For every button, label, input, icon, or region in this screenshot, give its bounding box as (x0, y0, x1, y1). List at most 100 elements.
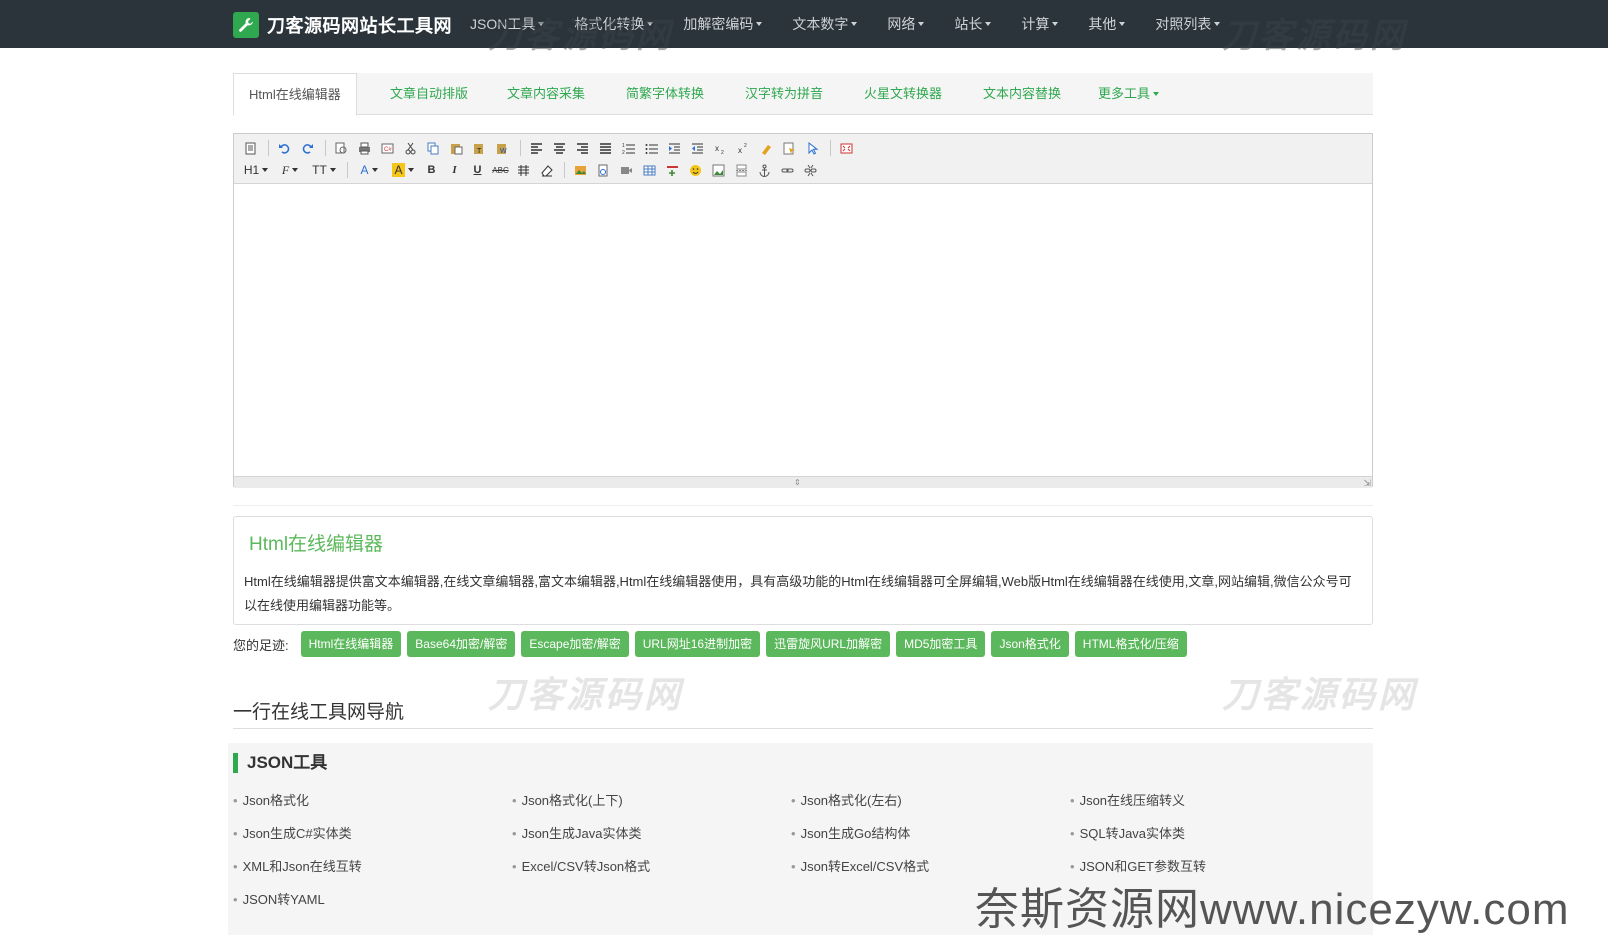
source-code-icon[interactable] (240, 138, 261, 158)
italic-button[interactable]: I (444, 160, 465, 180)
eraser-icon[interactable] (536, 160, 557, 180)
align-left-icon[interactable] (526, 138, 547, 158)
tab-auto-layout[interactable]: 文章自动排版 (390, 73, 468, 115)
unordered-list-icon[interactable] (641, 138, 662, 158)
insert-video-icon[interactable] (616, 160, 637, 180)
tool-link[interactable]: XML和Json在线互转 (233, 856, 362, 875)
tool-link[interactable]: Excel/CSV转Json格式 (512, 856, 651, 875)
caret-down-icon (292, 168, 299, 172)
nav-label: 文本数字 (792, 16, 849, 32)
tool-link[interactable]: Json在线压缩转义 (1070, 790, 1185, 809)
underline-button[interactable]: U (467, 160, 488, 180)
insert-file-icon[interactable] (593, 160, 614, 180)
line-spacing-icon[interactable] (513, 160, 534, 180)
tab-text-replace[interactable]: 文本内容替换 (983, 73, 1061, 115)
brand[interactable]: 刀客源码网站长工具网 (233, 12, 452, 38)
nav-text-number[interactable]: 文本数字 (792, 14, 858, 34)
editor-resize-bar[interactable]: ⇕ ⇲ (234, 476, 1372, 488)
outdent-icon[interactable] (687, 138, 708, 158)
tool-link[interactable]: Json格式化 (233, 790, 309, 809)
toolbar-separator (325, 140, 326, 156)
insert-picture-icon[interactable] (708, 160, 729, 180)
copy-icon[interactable] (423, 138, 444, 158)
nav-encrypt-encode[interactable]: 加解密编码 (683, 14, 763, 34)
footprint-link[interactable]: Escape加密/解密 (521, 631, 629, 657)
insert-table-icon[interactable] (639, 160, 660, 180)
cut-icon[interactable] (400, 138, 421, 158)
tool-link[interactable]: JSON转YAML (233, 889, 325, 908)
tool-link[interactable]: Json生成C#实体类 (233, 823, 352, 842)
footprint-link[interactable]: URL网址16进制加密 (634, 631, 761, 657)
nav-webmaster[interactable]: 站长 (954, 14, 992, 34)
align-justify-icon[interactable] (595, 138, 616, 158)
tool-link[interactable]: Json生成Go结构体 (791, 823, 911, 842)
divider (233, 505, 1373, 506)
svg-text:x: x (715, 144, 719, 153)
resize-corner-icon[interactable]: ⇲ (1363, 478, 1371, 488)
paste-icon[interactable] (446, 138, 467, 158)
subscript-icon[interactable]: x2 (710, 138, 731, 158)
svg-text:x: x (738, 146, 742, 155)
preview-icon[interactable] (331, 138, 352, 158)
footprint-link[interactable]: Base64加密/解密 (407, 631, 516, 657)
tab-html-editor[interactable]: Html在线编辑器 (233, 73, 357, 116)
unlink-icon[interactable] (800, 160, 821, 180)
template-icon[interactable]: C# (377, 138, 398, 158)
footprint-link[interactable]: Json格式化 (991, 631, 1069, 657)
footprint-link[interactable]: 迅雷旋风URL加解密 (766, 631, 891, 657)
align-right-icon[interactable] (572, 138, 593, 158)
ordered-list-icon[interactable]: 12 (618, 138, 639, 158)
background-color-dropdown[interactable]: A (387, 160, 419, 180)
footprint-link[interactable]: Html在线编辑器 (300, 631, 402, 657)
tool-description-panel: Html在线编辑器 Html在线编辑器提供富文本编辑器,在线文章编辑器,富文本编… (233, 516, 1373, 625)
tool-link[interactable]: Json生成Java实体类 (512, 823, 642, 842)
footprint-link[interactable]: MD5加密工具 (896, 631, 986, 657)
undo-icon[interactable] (274, 138, 295, 158)
tab-hanzi-pinyin[interactable]: 汉字转为拼音 (745, 73, 823, 115)
fullscreen-icon[interactable] (836, 138, 857, 158)
anchor-icon[interactable] (754, 160, 775, 180)
font-size-dropdown[interactable]: TT (308, 160, 340, 180)
pointer-icon[interactable] (802, 138, 823, 158)
tool-link[interactable]: Json格式化(左右) (791, 790, 902, 809)
drag-grip-icon[interactable]: ⇕ (794, 479, 801, 487)
select-all-icon[interactable] (779, 138, 800, 158)
editor-content-area[interactable] (234, 184, 1372, 476)
print-icon[interactable] (354, 138, 375, 158)
align-center-icon[interactable] (549, 138, 570, 158)
bold-button[interactable]: B (421, 160, 442, 180)
nav-calculate[interactable]: 计算 (1021, 14, 1059, 34)
indent-icon[interactable] (664, 138, 685, 158)
watermark: 刀客源码网 (1222, 17, 1407, 55)
font-color-dropdown[interactable]: A (353, 160, 385, 180)
nav-reference-list[interactable]: 对照列表 (1155, 14, 1221, 34)
heading-dropdown[interactable]: H1 (240, 160, 272, 180)
superscript-icon[interactable]: x2 (733, 138, 754, 158)
tool-link[interactable]: SQL转Java实体类 (1070, 823, 1185, 842)
toolbar-row-2: H1 F TT A A B I U ABC (240, 159, 1366, 181)
footprint-link[interactable]: HTML格式化/压缩 (1074, 631, 1187, 657)
strikethrough-button[interactable]: ABC (490, 160, 511, 180)
tab-more-tools[interactable]: 更多工具 (1098, 73, 1160, 115)
tool-link[interactable]: Json格式化(上下) (512, 790, 623, 809)
redo-icon[interactable] (297, 138, 318, 158)
paste-word-icon[interactable]: W (492, 138, 513, 158)
toolbar-separator (268, 140, 269, 156)
tab-simplified-traditional[interactable]: 简繁字体转换 (626, 73, 704, 115)
tab-content-scrape[interactable]: 文章内容采集 (507, 73, 585, 115)
caret-down-icon (371, 168, 378, 172)
paste-text-icon[interactable]: T (469, 138, 490, 158)
tool-link[interactable]: Json转Excel/CSV格式 (791, 856, 930, 875)
tool-tabs: Html在线编辑器 文章自动排版 文章内容采集 简繁字体转换 汉字转为拼音 火星… (233, 73, 1373, 116)
nav-network[interactable]: 网络 (887, 14, 925, 34)
font-family-dropdown[interactable]: F (274, 160, 306, 180)
clear-format-icon[interactable] (756, 138, 777, 158)
wrench-icon (233, 12, 259, 38)
nav-other[interactable]: 其他 (1088, 14, 1126, 34)
insert-row-icon[interactable] (662, 160, 683, 180)
tab-martian-text[interactable]: 火星文转换器 (864, 73, 942, 115)
link-icon[interactable] (777, 160, 798, 180)
emoji-icon[interactable] (685, 160, 706, 180)
insert-image-icon[interactable] (570, 160, 591, 180)
page-break-icon[interactable] (731, 160, 752, 180)
